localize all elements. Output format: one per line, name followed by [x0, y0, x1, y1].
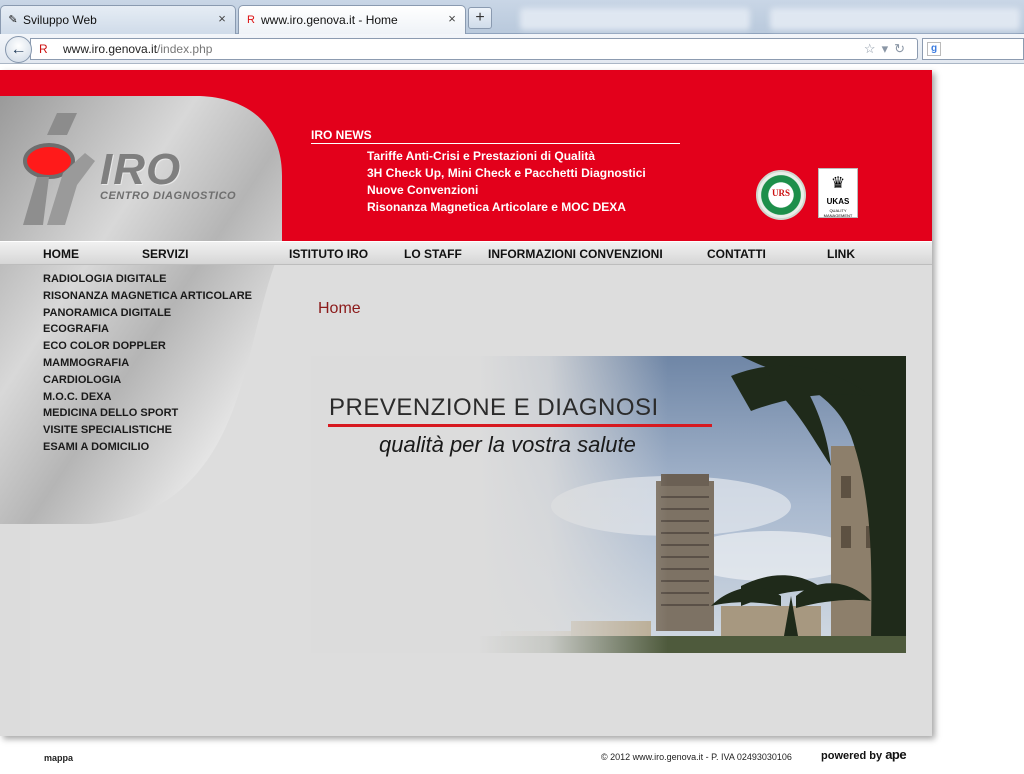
news-item[interactable]: Tariffe Anti-Crisi e Prestazioni di Qual…	[367, 148, 646, 165]
iro-logo-mark-icon	[23, 113, 95, 225]
menu-home[interactable]: HOME	[43, 247, 79, 261]
logo-wordmark: IRO	[100, 145, 182, 194]
menu-link[interactable]: LINK	[827, 247, 855, 261]
tab-close-icon[interactable]: ×	[215, 12, 229, 26]
new-tab-button[interactable]: +	[468, 7, 492, 29]
services-menu: RADIOLOGIA DIGITALE RISONANZA MAGNETICA …	[43, 271, 252, 456]
service-item[interactable]: CARDIOLOGIA	[43, 372, 252, 389]
service-item[interactable]: ESAMI A DOMICILIO	[43, 439, 252, 456]
banner-title: PREVENZIONE E DIAGNOSI	[329, 394, 659, 421]
sitemap-link[interactable]: mappa	[44, 753, 73, 763]
news-item[interactable]: Nuove Convenzioni	[367, 182, 646, 199]
tab-favicon-icon: R	[247, 14, 255, 26]
back-button[interactable]: ←	[5, 36, 32, 63]
banner-subtitle: qualità per la vostra salute	[379, 432, 636, 457]
address-bar[interactable]: R www.iro.genova.it/index.php ☆▾↻	[30, 38, 918, 60]
tab-label: www.iro.genova.it - Home	[261, 13, 398, 27]
ukas-certification-badge: ♛ UKAS QUALITY MANAGEMENT	[818, 168, 858, 218]
menu-lo-staff[interactable]: LO STAFF	[404, 247, 462, 261]
site-identity-icon: R	[39, 42, 48, 56]
crown-check-icon: ♛	[830, 175, 846, 192]
service-item[interactable]: RISONANZA MAGNETICA ARTICOLARE	[43, 288, 252, 305]
news-divider	[311, 143, 680, 144]
blurred-tabs	[500, 2, 1024, 32]
copyright-text: © 2012 www.iro.genova.it - P. IVA 024930…	[601, 752, 792, 762]
dropdown-icon[interactable]: ▾	[882, 41, 895, 56]
ape-logo: ape	[885, 747, 907, 762]
banner-divider	[328, 424, 712, 427]
urs-certification-badge: URS	[756, 170, 806, 220]
powered-by-label: powered by	[821, 750, 883, 762]
page-title: Home	[318, 300, 361, 317]
news-heading: IRO NEWS	[311, 128, 372, 142]
google-icon[interactable]: g	[927, 42, 941, 56]
tab-label: Sviluppo Web	[23, 13, 97, 27]
main-menu: HOME SERVIZI ISTITUTO IRO LO STAFF INFOR…	[0, 241, 932, 265]
back-arrow-icon: ←	[10, 41, 27, 58]
news-item[interactable]: 3H Check Up, Mini Check e Pacchetti Diag…	[367, 165, 646, 182]
menu-informazioni-convenzioni[interactable]: INFORMAZIONI CONVENZIONI	[488, 247, 663, 261]
tab-sviluppo-web[interactable]: ✎ Sviluppo Web ×	[0, 5, 236, 34]
service-item[interactable]: VISITE SPECIALISTICHE	[43, 422, 252, 439]
menu-contatti[interactable]: CONTATTI	[707, 247, 766, 261]
service-item[interactable]: M.O.C. DEXA	[43, 389, 252, 406]
service-item[interactable]: ECO COLOR DOPPLER	[43, 338, 252, 355]
address-url: www.iro.genova.it/index.php	[63, 42, 213, 56]
reload-icon[interactable]: ↻	[894, 41, 911, 56]
browser-tab-bar: ✎ Sviluppo Web × R www.iro.genova.it - H…	[0, 0, 1024, 35]
logo-subtitle: CENTRO DIAGNOSTICO	[100, 190, 237, 202]
news-list: Tariffe Anti-Crisi e Prestazioni di Qual…	[367, 148, 646, 216]
address-bar-icons: ☆▾↻	[864, 41, 911, 57]
bookmark-star-icon[interactable]: ☆	[864, 41, 882, 56]
browser-navigation-bar: R www.iro.genova.it/index.php ☆▾↻ ← g	[0, 34, 1024, 64]
search-box[interactable]: g	[922, 38, 1024, 60]
site-container: IRO CENTRO DIAGNOSTICO IRO NEWS Tariffe …	[0, 70, 932, 736]
menu-istituto-iro[interactable]: ISTITUTO IRO	[289, 247, 368, 261]
powered-by[interactable]: powered by ape	[821, 747, 907, 762]
service-item[interactable]: MAMMOGRAFIA	[43, 355, 252, 372]
tab-close-icon[interactable]: ×	[445, 12, 459, 26]
service-item[interactable]: PANORAMICA DIGITALE	[43, 305, 252, 322]
service-item[interactable]: ECOGRAFIA	[43, 321, 252, 338]
page-viewport: IRO CENTRO DIAGNOSTICO IRO NEWS Tariffe …	[0, 64, 1024, 774]
menu-servizi[interactable]: SERVIZI	[142, 247, 188, 261]
tab-favicon-icon: ✎	[8, 14, 18, 26]
service-item[interactable]: MEDICINA DELLO SPORT	[43, 405, 252, 422]
service-item[interactable]: RADIOLOGIA DIGITALE	[43, 271, 252, 288]
hero-banner: PREVENZIONE E DIAGNOSI qualità per la vo…	[311, 356, 906, 653]
news-item[interactable]: Risonanza Magnetica Articolare e MOC DEX…	[367, 199, 646, 216]
tab-iro-home[interactable]: R www.iro.genova.it - Home ×	[238, 5, 466, 35]
